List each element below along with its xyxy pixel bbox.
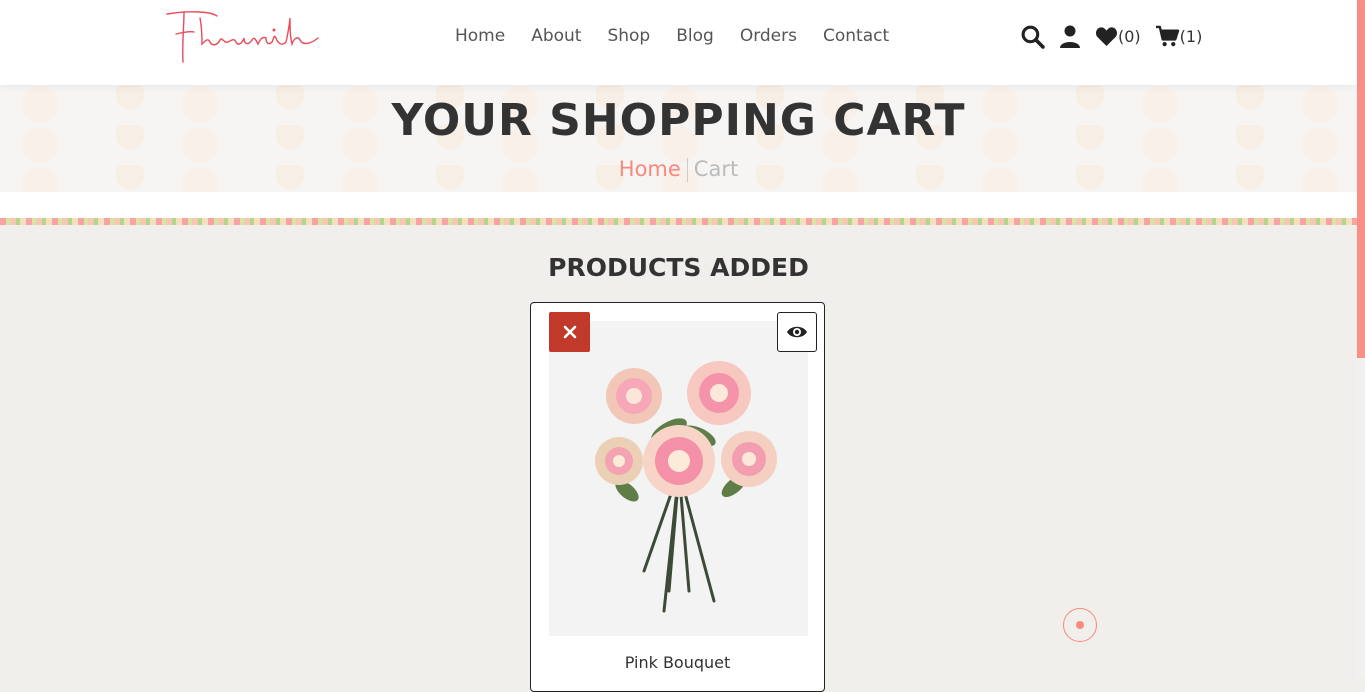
view-product-button[interactable] <box>777 312 817 352</box>
product-image[interactable] <box>549 321 808 636</box>
breadcrumb-divider <box>686 158 688 182</box>
remove-product-button[interactable] <box>549 312 590 352</box>
site-header: Home About Shop Blog Orders Contact (0) … <box>0 0 1357 85</box>
eye-icon <box>787 326 807 338</box>
breadcrumb-current: Cart <box>693 157 739 181</box>
nav-home[interactable]: Home <box>455 25 505 47</box>
header-icons: (0) (1) <box>1020 24 1216 49</box>
search-icon[interactable] <box>1020 24 1045 49</box>
floral-border <box>0 218 1357 225</box>
close-icon <box>563 325 576 339</box>
pink-bouquet-image <box>595 361 777 613</box>
cart-count: (1) <box>1179 27 1203 46</box>
breadcrumb-home[interactable]: Home <box>619 157 681 181</box>
nav-about[interactable]: About <box>531 25 581 47</box>
product-name[interactable]: Pink Bouquet <box>531 653 824 672</box>
section-title: PRODUCTS ADDED <box>548 253 809 282</box>
brand-logo[interactable] <box>162 4 327 66</box>
main-nav: Home About Shop Blog Orders Contact <box>455 25 915 47</box>
nav-blog[interactable]: Blog <box>676 25 714 47</box>
page-scrollbar[interactable] <box>1357 0 1365 678</box>
breadcrumb: Home Cart <box>0 157 1357 182</box>
nav-shop[interactable]: Shop <box>607 25 650 47</box>
scroll-to-top-button[interactable] <box>1063 608 1097 642</box>
product-card: Pink Bouquet <box>530 302 825 692</box>
scrollbar-thumb[interactable] <box>1357 0 1365 358</box>
heart-icon <box>1095 27 1118 47</box>
nav-contact[interactable]: Contact <box>823 25 889 47</box>
wishlist-count: (0) <box>1118 27 1141 46</box>
user-icon[interactable] <box>1059 25 1081 49</box>
cart-icon <box>1155 25 1179 47</box>
scroll-to-top-icon <box>1076 621 1084 629</box>
nav-orders[interactable]: Orders <box>740 25 797 47</box>
flourish-logo-icon <box>166 11 319 63</box>
page-title: YOUR SHOPPING CART <box>391 95 966 146</box>
wishlist-link[interactable]: (0) <box>1095 26 1141 47</box>
banner-spacer <box>0 192 1357 218</box>
cart-link[interactable]: (1) <box>1155 25 1203 48</box>
